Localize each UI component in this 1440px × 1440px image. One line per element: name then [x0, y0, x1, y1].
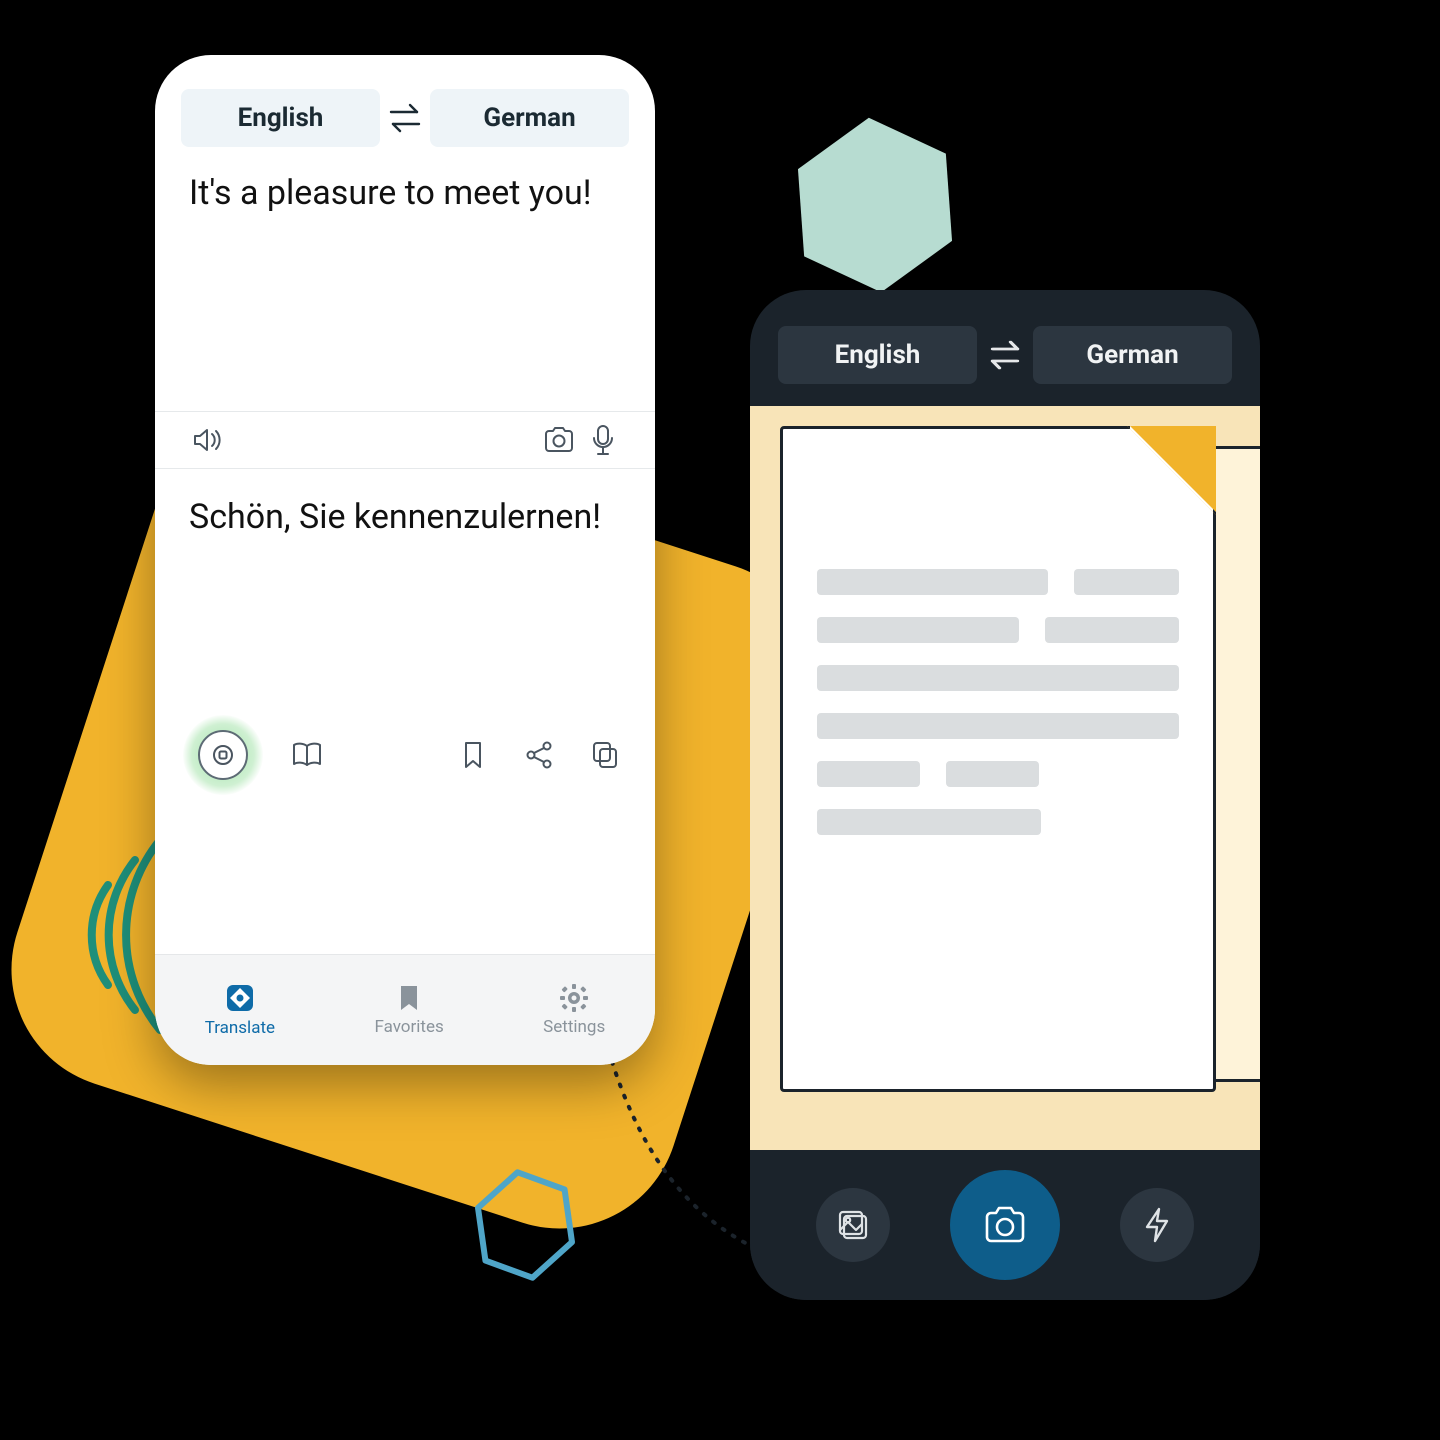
language-selector-row: English German [750, 290, 1260, 406]
swap-languages-button[interactable] [380, 90, 430, 146]
camera-icon [543, 426, 575, 454]
camera-input-button[interactable] [537, 418, 581, 462]
gallery-button[interactable] [816, 1188, 890, 1262]
source-language-button[interactable]: English [778, 326, 977, 384]
output-toolbar [155, 715, 655, 801]
source-text-area[interactable]: It's a pleasure to meet you! [155, 167, 655, 411]
save-favorite-button[interactable] [451, 733, 495, 777]
bookmark-icon [462, 740, 484, 770]
copy-button[interactable] [583, 733, 627, 777]
blue-hexagon-outline-decoration [470, 1170, 580, 1280]
nav-label: Translate [205, 1018, 275, 1038]
teal-hexagon-decoration [762, 92, 988, 318]
text-translate-phone: English German It's a pleasure to meet y… [155, 55, 655, 1065]
camera-translate-phone: English German [750, 290, 1260, 1300]
book-icon [291, 741, 323, 769]
target-language-button[interactable]: German [430, 89, 629, 147]
share-button[interactable] [517, 733, 561, 777]
translate-icon [224, 982, 256, 1014]
paper-document [780, 426, 1216, 1092]
share-icon [524, 740, 554, 770]
voice-input-button[interactable] [581, 418, 625, 462]
flash-button[interactable] [1120, 1188, 1194, 1262]
flash-icon [1143, 1207, 1171, 1243]
camera-icon [983, 1205, 1027, 1245]
microphone-icon [590, 424, 616, 456]
capture-button[interactable] [950, 1170, 1060, 1280]
language-selector-row: English German [155, 55, 655, 167]
target-language-button[interactable]: German [1033, 326, 1232, 384]
source-language-button[interactable]: English [181, 89, 380, 147]
gallery-icon [836, 1208, 870, 1242]
speak-source-button[interactable] [185, 418, 229, 462]
nav-translate[interactable]: Translate [205, 982, 275, 1038]
swap-languages-button[interactable] [977, 327, 1033, 383]
nav-settings[interactable]: Settings [543, 983, 605, 1037]
dictionary-button[interactable] [285, 733, 329, 777]
translation-output: Schön, Sie kennenzulernen! [155, 469, 655, 715]
swap-arrows-icon [387, 102, 423, 134]
illustration-canvas: English German [0, 0, 1440, 1440]
nav-label: Favorites [374, 1017, 443, 1037]
camera-controls-bar [750, 1150, 1260, 1300]
gear-icon [559, 983, 589, 1013]
nav-label: Settings [543, 1017, 605, 1037]
swap-arrows-icon [988, 340, 1022, 370]
stop-audio-icon [212, 744, 234, 766]
input-toolbar [155, 411, 655, 469]
document-scan-preview [750, 406, 1260, 1150]
document-placeholder-lines [817, 569, 1179, 835]
copy-icon [591, 740, 619, 770]
bookmark-filled-icon [396, 983, 422, 1013]
page-fold-corner [1127, 426, 1216, 515]
nav-favorites[interactable]: Favorites [374, 983, 443, 1037]
bottom-navigation: Translate Favorites [155, 954, 655, 1065]
speaker-icon [192, 425, 222, 455]
speak-translation-button[interactable] [183, 715, 263, 795]
